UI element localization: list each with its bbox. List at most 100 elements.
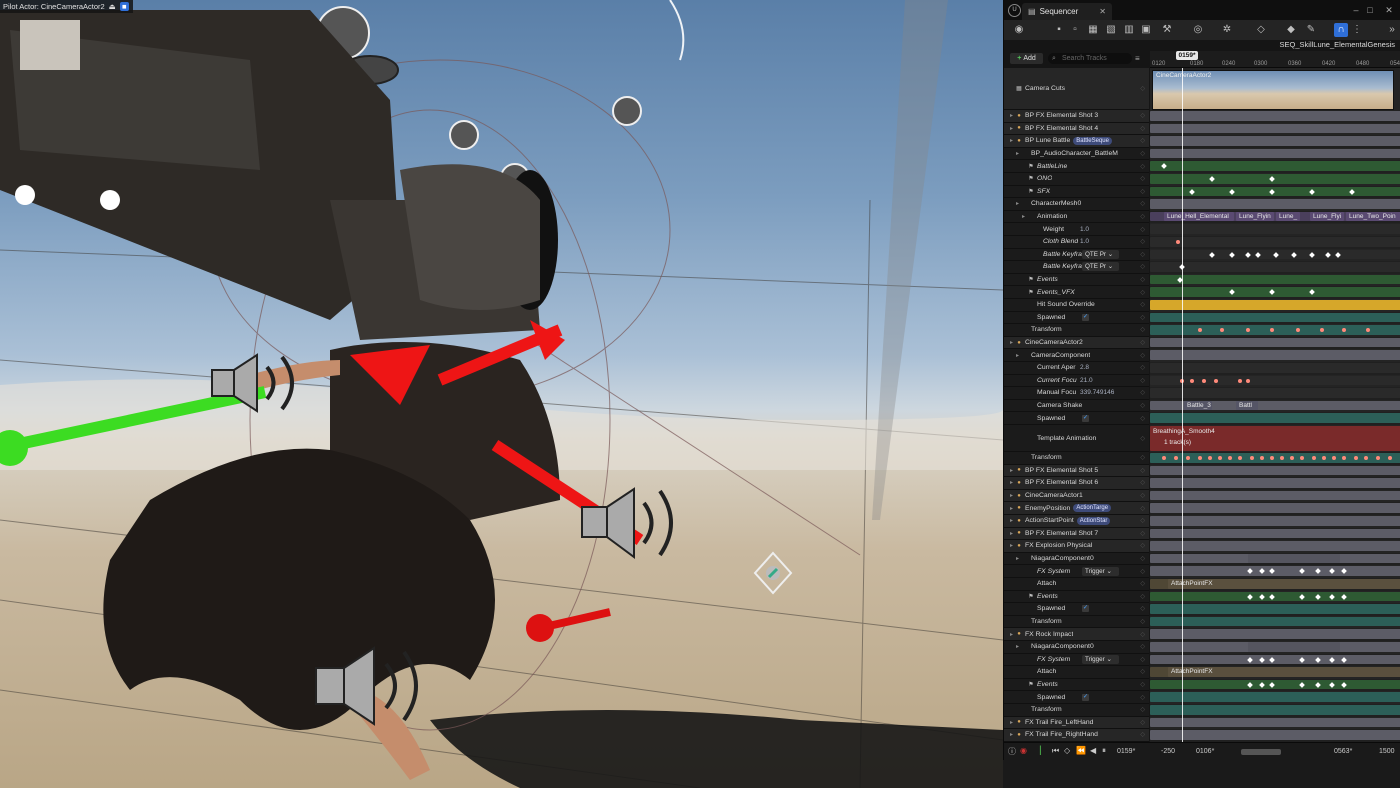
close-tab-icon[interactable]: ✕	[1099, 7, 1106, 16]
property-value[interactable]: 339.749146	[1080, 389, 1114, 396]
keyframe-toggle-icon[interactable]: ◇	[1140, 435, 1145, 442]
track-row[interactable]: ▦ Camera Cuts ◇	[1004, 68, 1149, 110]
keyframe-toggle-icon[interactable]: ◇	[1140, 226, 1145, 233]
keyframe-toggle-icon[interactable]: ◇	[1140, 402, 1145, 409]
section-clip[interactable]	[1150, 148, 1400, 159]
track-row[interactable]: ▸ ● BP FX Elemental Shot 7 ◇	[1004, 527, 1149, 541]
keyframe-toggle-icon[interactable]: ◇	[1140, 263, 1145, 270]
keyframe-toggle-icon[interactable]: ◇	[1140, 289, 1145, 296]
expand-icon[interactable]: »	[1385, 23, 1399, 37]
record-icon[interactable]: ◉	[1020, 746, 1027, 755]
section-clip[interactable]	[1150, 375, 1400, 386]
section-clip[interactable]	[1150, 541, 1400, 551]
keyframe-toggle-icon[interactable]: ◇	[1140, 377, 1145, 384]
timeline-lane[interactable]	[1150, 286, 1400, 299]
keyframe-toggle-icon[interactable]: ◇	[1140, 364, 1145, 371]
track-row[interactable]: ⚑ BattleLine ◇	[1004, 160, 1149, 173]
keyframe-toggle-icon[interactable]: ◇	[1140, 656, 1145, 663]
track-row[interactable]: Cloth Blend 1.0 ◇	[1004, 236, 1149, 249]
section-clip[interactable]	[1150, 350, 1400, 360]
timeline-lane[interactable]	[1150, 223, 1400, 236]
track-row[interactable]: ▸ ● BP FX Elemental Shot 4 ◇	[1004, 122, 1149, 136]
track-row[interactable]: ⚑ Events ◇	[1004, 591, 1149, 604]
track-row[interactable]: ▸ ● FX Trail Fire_LeftHand ◇	[1004, 716, 1149, 730]
timeline-lane[interactable]	[1150, 502, 1400, 515]
section-clip[interactable]	[1150, 312, 1400, 323]
section-clip[interactable]: AttachPointFX	[1168, 667, 1400, 677]
keyframe-toggle-icon[interactable]: ◇	[1140, 719, 1145, 726]
section-clip[interactable]	[1150, 692, 1400, 702]
eye-icon[interactable]: ◎	[1191, 23, 1205, 37]
expand-arrow-icon[interactable]: ▸	[1008, 731, 1015, 738]
timeline-lane[interactable]	[1150, 299, 1400, 312]
keyframe[interactable]	[1228, 456, 1232, 460]
section-clip[interactable]	[1150, 199, 1400, 209]
track-row[interactable]: Hit Sound Override ◇	[1004, 299, 1149, 312]
keyframe[interactable]	[1250, 456, 1254, 460]
keyframe[interactable]	[1162, 456, 1166, 460]
keyframe[interactable]	[1270, 456, 1274, 460]
section-clip[interactable]	[1248, 553, 1340, 564]
expand-arrow-icon[interactable]: ▸	[1014, 200, 1021, 207]
keyframe-toggle-icon[interactable]: ◇	[1140, 454, 1145, 461]
filter-icon[interactable]: ≡	[1135, 53, 1145, 64]
keyframe-toggle-icon[interactable]: ◇	[1140, 555, 1145, 562]
timeline-lane[interactable]	[1150, 324, 1400, 337]
expand-arrow-icon[interactable]: ▸	[1008, 125, 1015, 132]
folder-icon[interactable]: ▫	[1068, 23, 1082, 37]
track-row[interactable]: FX System Trigger ⌄ ◇	[1004, 654, 1149, 667]
world-icon[interactable]: ◉	[1012, 23, 1026, 37]
save-icon[interactable]: ▪	[1052, 23, 1066, 37]
jump-back-icon[interactable]: ⏮	[1052, 746, 1059, 756]
keyframe[interactable]	[1290, 456, 1294, 460]
track-row[interactable]: ⚑ SFX ◇	[1004, 186, 1149, 199]
property-value[interactable]: 1.0	[1080, 226, 1089, 233]
section-clip[interactable]	[1150, 136, 1400, 146]
section-clip[interactable]	[1150, 604, 1400, 614]
prev-key-icon[interactable]: ◇	[1064, 746, 1070, 755]
section-clip[interactable]	[1150, 616, 1400, 627]
section-clip[interactable]: Lune_Hell_Elemental	[1164, 211, 1234, 222]
keyframe[interactable]	[1388, 456, 1392, 460]
playhead-line[interactable]	[1182, 68, 1183, 746]
checkbox[interactable]: ✓	[1082, 414, 1089, 422]
section-clip[interactable]	[1150, 274, 1400, 285]
tab-sequencer[interactable]: ▤ Sequencer ✕	[1022, 3, 1112, 20]
timeline-lane[interactable]	[1150, 565, 1400, 578]
level-viewport[interactable]: Pilot Actor: CineCameraActor2 ⏏ ■	[0, 0, 1003, 788]
range-end[interactable]: 1500	[1379, 748, 1395, 755]
track-row[interactable]: ▸ ● FX Explosion Physical ◇	[1004, 540, 1149, 553]
checkbox[interactable]: ✓	[1082, 693, 1089, 701]
expand-arrow-icon[interactable]: ▸	[1014, 555, 1021, 562]
track-row[interactable]: ▸ ● FX Rock Impact ◇	[1004, 628, 1149, 641]
expand-arrow-icon[interactable]: ▸	[1008, 467, 1015, 474]
playhead-frame[interactable]: 0159*	[1176, 51, 1198, 60]
track-row[interactable]: Spawned ✓ ◇	[1004, 603, 1149, 616]
view-end[interactable]: 0563*	[1334, 748, 1352, 755]
timeline-lane[interactable]: Battle_3 Battl	[1150, 399, 1400, 413]
keyframe-toggle-icon[interactable]: ◇	[1140, 668, 1145, 675]
keyframe-toggle-icon[interactable]: ◇	[1140, 593, 1145, 600]
keyframe-toggle-icon[interactable]: ◇	[1140, 542, 1145, 549]
keyframe-toggle-icon[interactable]: ◇	[1140, 188, 1145, 195]
keyframe-toggle-icon[interactable]: ◇	[1140, 517, 1145, 524]
timeline-lane[interactable]	[1150, 110, 1400, 123]
timeline-scrollbar[interactable]	[1241, 749, 1281, 755]
timeline-lane[interactable]	[1150, 653, 1400, 667]
timeline-lane[interactable]	[1150, 489, 1400, 503]
keyframe-toggle-icon[interactable]: ◇	[1140, 643, 1145, 650]
timeline-lane[interactable]: AttachPointFX	[1150, 578, 1400, 591]
track-row[interactable]: Attach ◇	[1004, 666, 1149, 679]
timeline-lane[interactable]: CineCameraActor2	[1150, 68, 1400, 110]
expand-arrow-icon[interactable]: ▸	[1008, 339, 1015, 346]
actor-tag-badge[interactable]: ActionTarge	[1073, 504, 1112, 513]
section-clip[interactable]	[1150, 629, 1400, 639]
track-row[interactable]: Transform ◇	[1004, 616, 1149, 629]
timeline-lane[interactable]	[1150, 135, 1400, 148]
timeline-lane[interactable]	[1150, 362, 1400, 375]
keyframe[interactable]	[1354, 456, 1358, 460]
timeline-lane[interactable]	[1150, 452, 1400, 465]
section-clip[interactable]	[1150, 337, 1400, 348]
keyframe-toggle-icon[interactable]: ◇	[1140, 150, 1145, 157]
expand-arrow-icon[interactable]: ▸	[1008, 492, 1015, 499]
